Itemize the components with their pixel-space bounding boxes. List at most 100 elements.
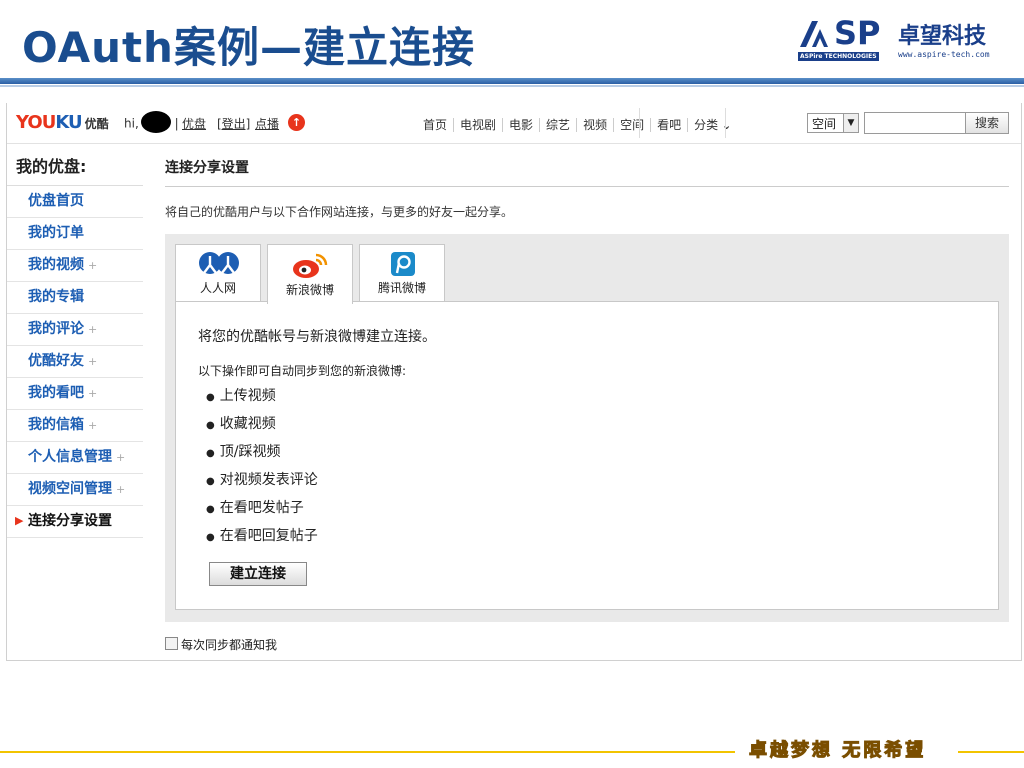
search-scope-value: 空间: [812, 117, 837, 131]
sidebar-item-connect-share[interactable]: ▶ 连接分享设置: [7, 506, 143, 538]
sidebar-item-orders[interactable]: 我的订单: [7, 218, 143, 250]
sidebar-item-label: 我的视频: [28, 257, 84, 273]
youku-topbar: YOUKU 优酷 hi, | 优盘 [登出] 点播 ↑ 首页 电视剧 电影 综艺 视频 空间…: [7, 103, 1021, 144]
sidebar-item-profile[interactable]: 个人信息管理 +: [7, 442, 143, 474]
sidebar-item-albums[interactable]: 我的专辑: [7, 282, 143, 314]
youku-logo-cn: 优酷: [84, 117, 109, 131]
nav-home[interactable]: 首页: [417, 118, 455, 132]
dropdown-arrow-icon: ▼: [843, 114, 858, 132]
sidebar-item-label: 视频空间管理: [28, 481, 112, 497]
sidebar-title: 我的优盘:: [7, 157, 143, 186]
sidebar-item-label: 个人信息管理: [28, 449, 112, 465]
sync-heading: 以下操作即可自动同步到您的新浪微博:: [198, 364, 407, 378]
list-item-label: 顶/踩视频: [219, 444, 281, 460]
notify-option[interactable]: 每次同步都通知我: [165, 636, 277, 653]
tab-tencent-weibo[interactable]: 腾讯微博: [359, 244, 445, 302]
upload-arrow-icon[interactable]: ↑: [288, 114, 305, 131]
bullet-icon: ●: [206, 476, 215, 487]
nav-tv[interactable]: 电视剧: [454, 118, 504, 132]
tab-content: 将您的优酷帐号与新浪微博建立连接。 以下操作即可自动同步到您的新浪微博: ● 上传…: [175, 301, 999, 610]
youku-logo[interactable]: YOUKU 优酷: [16, 112, 109, 133]
expand-plus-icon[interactable]: +: [88, 355, 97, 368]
footer-slogan: 卓越梦想 无限希望: [748, 740, 927, 762]
youku-logo-ku: KU: [55, 112, 82, 133]
list-item: ● 上传视频: [206, 384, 318, 412]
greeting-text: hi,: [124, 116, 139, 131]
expand-plus-icon[interactable]: +: [88, 419, 97, 432]
sidebar-item-label: 优盘首页: [28, 193, 84, 209]
page-description: 将自己的优酷用户与以下合作网站连接，与更多的好友一起分享。: [165, 205, 514, 219]
search-button[interactable]: 搜索: [965, 112, 1009, 134]
expand-plus-icon[interactable]: +: [88, 323, 97, 336]
aspire-logo: SP 卓望科技 ASPire TECHNOLOGIES www.aspire-t…: [798, 14, 998, 64]
connect-button[interactable]: 建立连接: [209, 562, 307, 586]
renren-logo-icon: [199, 252, 239, 274]
search-scope-select[interactable]: 空间 ▼: [807, 113, 859, 133]
sidebar-item-inbox[interactable]: 我的信箱 +: [7, 410, 143, 442]
redacted-username: [140, 111, 171, 133]
tab-label: 新浪微博: [285, 283, 334, 297]
expand-plus-icon[interactable]: +: [88, 387, 97, 400]
sidebar-item-comments[interactable]: 我的评论 +: [7, 314, 143, 346]
nav-video[interactable]: 视频: [577, 118, 615, 132]
nav-variety[interactable]: 综艺: [540, 118, 578, 132]
sidebar-item-videos[interactable]: 我的视频 +: [7, 250, 143, 282]
list-item-label: 在看吧发帖子: [219, 500, 304, 516]
page-title: 连接分享设置: [165, 157, 1009, 187]
aspire-logo-sp: SP: [834, 14, 881, 52]
sidebar-item-label: 连接分享设置: [28, 513, 112, 529]
sidebar-item-label: 优酷好友: [28, 353, 84, 369]
header-rule-thin: [0, 85, 1024, 87]
youpan-link[interactable]: 优盘: [182, 115, 206, 132]
bullet-icon: ●: [206, 448, 215, 459]
nav-kanba[interactable]: 看吧: [651, 118, 689, 132]
expand-plus-icon[interactable]: +: [88, 259, 97, 272]
list-item-label: 上传视频: [219, 388, 276, 404]
sidebar: 我的优盘: 优盘首页 我的订单 我的视频 + 我的专辑 我的评论 + 优酷好友 + 我…: [7, 157, 145, 538]
aspire-logo-mark-icon: [800, 21, 828, 47]
sidebar-item-label: 我的信箱: [28, 417, 84, 433]
tab-label: 腾讯微博: [377, 281, 426, 295]
youku-logo-you: YOU: [16, 112, 56, 133]
nav-category[interactable]: 分类 ⌄: [688, 118, 737, 132]
nav-movie[interactable]: 电影: [503, 118, 541, 132]
notify-label: 每次同步都通知我: [181, 638, 278, 652]
nav-space[interactable]: 空间: [614, 118, 652, 132]
list-item: ● 收藏视频: [206, 412, 318, 440]
sidebar-item-home[interactable]: 优盘首页: [7, 186, 143, 218]
tab-label: 人人网: [199, 281, 236, 295]
tencent-weibo-logo-icon: [391, 252, 415, 276]
tab-renren[interactable]: 人人网: [175, 244, 261, 302]
footer-rule-right: [958, 751, 1024, 753]
list-item: ● 对视频发表评论: [206, 468, 318, 496]
youku-screenshot: YOUKU 优酷 hi, | 优盘 [登出] 点播 ↑ 首页 电视剧 电影 综艺 视频 空间…: [6, 103, 1022, 661]
sidebar-item-label: 我的订单: [28, 225, 84, 241]
notify-checkbox[interactable]: [165, 637, 178, 650]
sidebar-item-label: 我的专辑: [28, 289, 84, 305]
expand-plus-icon[interactable]: +: [116, 451, 125, 464]
sina-weibo-logo-icon: [293, 253, 328, 278]
dianbo-link[interactable]: 点播: [255, 115, 279, 132]
sidebar-item-space[interactable]: 视频空间管理 +: [7, 474, 143, 506]
sidebar-item-label: 我的看吧: [28, 385, 84, 401]
slide-title: OAuth案例—建立连接: [22, 23, 475, 72]
bullet-icon: ●: [206, 532, 215, 543]
bullet-icon: ●: [206, 392, 215, 403]
expand-plus-icon[interactable]: +: [116, 483, 125, 496]
logout-link[interactable]: [登出]: [217, 115, 250, 132]
list-item-label: 在看吧回复帖子: [219, 528, 318, 544]
chevron-down-icon: ⌄: [721, 119, 732, 132]
search-input[interactable]: [864, 112, 966, 134]
list-item-label: 对视频发表评论: [219, 472, 318, 488]
nav-divider: [639, 108, 640, 138]
main-content: 连接分享设置 将自己的优酷用户与以下合作网站连接，与更多的好友一起分享。: [165, 157, 1009, 220]
aspire-logo-chinese: 卓望科技: [898, 24, 987, 49]
sidebar-item-kanba[interactable]: 我的看吧 +: [7, 378, 143, 410]
sidebar-item-friends[interactable]: 优酷好友 +: [7, 346, 143, 378]
list-item: ● 顶/踩视频: [206, 440, 318, 468]
tab-sina-weibo[interactable]: 新浪微博: [267, 244, 353, 304]
connect-panel: 人人网 新浪微博 腾讯微博 将您的优酷帐号与新浪微博建立连接。 以下操作即可自动…: [165, 234, 1009, 622]
greeting-separator: |: [174, 116, 179, 131]
list-item: ● 在看吧发帖子: [206, 496, 318, 524]
sidebar-item-label: 我的评论: [28, 321, 84, 337]
